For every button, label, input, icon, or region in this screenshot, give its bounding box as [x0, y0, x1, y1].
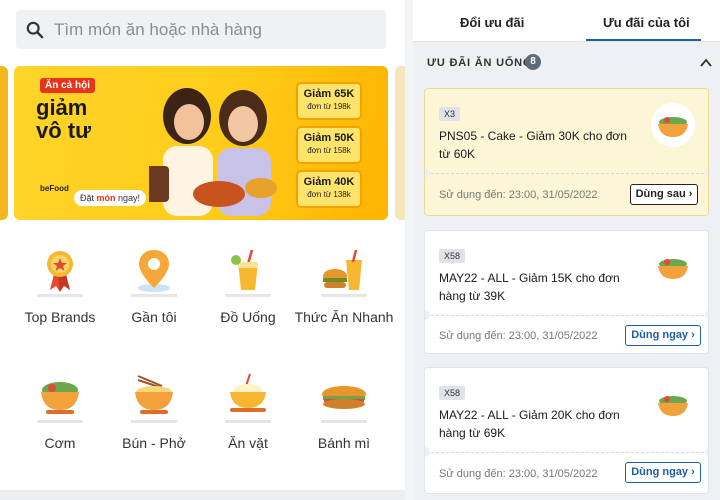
- category-an-vat[interactable]: Ăn vặt: [198, 372, 298, 453]
- voucher-quantity: X58: [439, 249, 466, 263]
- category-label: Đồ Uống: [220, 309, 276, 325]
- banner-coupon: Giảm 40K đơn từ 138k: [296, 170, 362, 208]
- category-shelf: [131, 294, 177, 297]
- noodle-bowl-icon: [135, 375, 173, 414]
- active-tab-indicator: [586, 39, 701, 41]
- search-input[interactable]: [54, 19, 354, 40]
- card-divider: [431, 315, 704, 316]
- category-shelf: [37, 420, 83, 423]
- use-now-button[interactable]: Dùng ngay ›: [625, 325, 701, 346]
- category-com[interactable]: Cơm: [10, 372, 110, 453]
- banner-tag: Ăn cả hội: [40, 78, 96, 93]
- card-notch: [425, 168, 430, 178]
- befood-logo: beFood: [40, 184, 69, 193]
- voucher-card[interactable]: X58 MAY22 - ALL - Giảm 20K cho đơn hàng …: [424, 367, 709, 494]
- snack-icon: [230, 373, 266, 412]
- banner-coupon: Giảm 65K đơn từ 198k: [296, 82, 362, 120]
- category-shelf: [225, 294, 271, 297]
- voucher-quantity: X3: [439, 107, 461, 121]
- category-do-uong[interactable]: Đồ Uống: [198, 246, 298, 327]
- category-top-brands[interactable]: Top Brands: [10, 246, 110, 327]
- voucher-tabs: Đổi ưu đãi Ưu đãi của tôi: [413, 0, 720, 42]
- category-label: Bánh mì: [317, 435, 371, 451]
- card-notch: [705, 447, 708, 457]
- banner-cta: Đặt món ngay!: [74, 190, 147, 206]
- fast-food-icon: [323, 249, 362, 290]
- voucher-expiry: Sử dụng đến: 23:00, 31/05/2022: [439, 330, 598, 342]
- voucher-card[interactable]: X3 PNS05 - Cake - Giảm 30K cho đơn từ 60…: [424, 88, 709, 216]
- category-gan-toi[interactable]: Gần tôi: [104, 246, 204, 327]
- category-shelf: [37, 294, 83, 297]
- card-notch: [425, 447, 430, 457]
- category-label: Top Brands: [24, 309, 96, 325]
- section-header-food-offers[interactable]: ƯU ĐÃI ĂN UỐNG 8: [413, 48, 720, 80]
- chevron-up-icon[interactable]: [699, 56, 713, 70]
- section-count-badge: 8: [525, 54, 541, 70]
- category-shelf: [131, 420, 177, 423]
- tab-doi-uu-dai[interactable]: Đổi ưu đãi: [460, 15, 524, 30]
- category-shelf: [225, 420, 271, 423]
- category-shelf: [321, 294, 367, 297]
- food-bowl-icon: [651, 382, 695, 426]
- section-title: ƯU ĐÃI ĂN UỐNG: [427, 57, 533, 69]
- tab-uu-dai-cua-toi[interactable]: Ưu đãi của tôi: [603, 15, 690, 30]
- use-later-button[interactable]: Dùng sau ›: [630, 184, 698, 205]
- category-bun-pho[interactable]: Bún - Phở: [104, 372, 204, 453]
- card-divider: [431, 452, 704, 453]
- banner-prev-peek[interactable]: [0, 66, 8, 220]
- banner-headline: giảm vô tư: [36, 95, 92, 143]
- use-now-button[interactable]: Dùng ngay ›: [625, 462, 701, 483]
- food-home-panel: Ăn cả hội giảm vô tư Giảm 65K đơn từ 198…: [0, 0, 405, 500]
- banner-next-peek[interactable]: [395, 66, 405, 220]
- category-banh-mi[interactable]: Bánh mì: [294, 372, 394, 453]
- category-label: Gần tôi: [131, 309, 177, 325]
- category-label: Cơm: [44, 435, 76, 451]
- voucher-description: PNS05 - Cake - Giảm 30K cho đơn từ 60K: [439, 129, 627, 161]
- banner-people-illustration: [149, 88, 277, 216]
- search-icon: [26, 21, 44, 38]
- card-notch: [705, 168, 708, 178]
- category-thuc-an-nhanh[interactable]: Thức Ăn Nhanh: [294, 246, 394, 327]
- food-bowl-icon: [651, 103, 695, 147]
- location-pin-icon: [138, 250, 170, 292]
- category-label: Ăn vặt: [228, 435, 268, 451]
- promo-banner[interactable]: Ăn cả hội giảm vô tư Giảm 65K đơn từ 198…: [14, 66, 388, 220]
- voucher-expiry: Sử dụng đến: 23:00, 31/05/2022: [439, 189, 598, 201]
- search-bar[interactable]: [16, 10, 386, 49]
- category-label: Thức Ăn Nhanh: [294, 309, 394, 325]
- banh-mi-icon: [322, 386, 366, 409]
- drink-icon: [231, 249, 258, 290]
- voucher-quantity: X58: [439, 386, 466, 400]
- category-shelf: [321, 420, 367, 423]
- banner-coupon: Giảm 50K đơn từ 158k: [296, 126, 362, 164]
- rice-bowl-icon: [41, 382, 79, 414]
- card-notch: [705, 310, 708, 320]
- voucher-card[interactable]: X58 MAY22 - ALL - Giảm 15K cho đơn hàng …: [424, 230, 709, 354]
- card-divider: [431, 173, 704, 174]
- voucher-description: MAY22 - ALL - Giảm 20K cho đơn hàng từ 6…: [439, 408, 620, 440]
- voucher-description: MAY22 - ALL - Giảm 15K cho đơn hàng từ 3…: [439, 271, 620, 303]
- medal-icon: [47, 251, 73, 292]
- card-notch: [425, 310, 430, 320]
- voucher-expiry: Sử dụng đến: 23:00, 31/05/2022: [439, 468, 598, 480]
- category-label: Bún - Phở: [122, 435, 186, 451]
- section-separator: [0, 490, 405, 500]
- vouchers-panel: Đổi ưu đãi Ưu đãi của tôi ƯU ĐÃI ĂN UỐNG…: [413, 0, 720, 500]
- food-bowl-icon: [651, 245, 695, 289]
